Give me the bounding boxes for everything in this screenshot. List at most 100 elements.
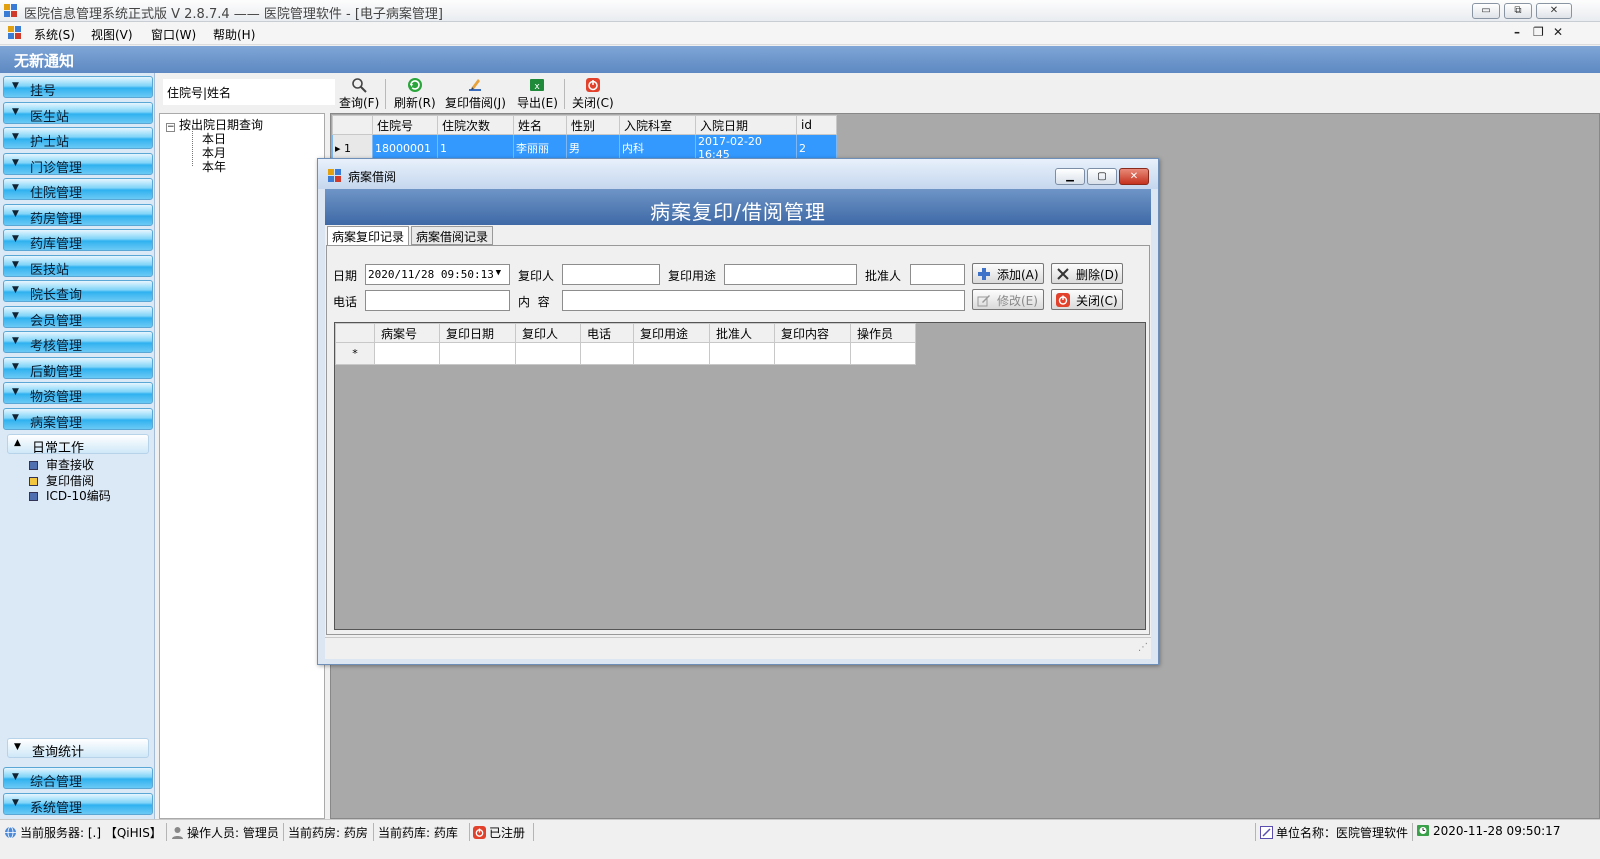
nav-label: 门诊管理 [30,161,83,176]
grid-cell[interactable] [633,342,710,365]
plus-icon [978,268,990,280]
grid-cell[interactable] [515,342,581,365]
nav-item-director-query[interactable]: ▼ 院长查询 [3,280,153,303]
tree-item-icd10[interactable]: ICD-10编码 [29,487,111,504]
menu-help[interactable]: 帮助(H) [213,26,255,43]
patient-grid-header: 住院号 住院次数 姓名 性别 入院科室 入院日期 id [332,115,837,135]
chevron-down-icon: ▼ [12,132,19,142]
refresh-button[interactable]: 刷新(R) [394,77,436,113]
export-button[interactable]: x 导出(E) [517,77,558,113]
tree-item-review-receive[interactable]: 审查接收 [29,456,94,473]
column-header[interactable]: 住院号 [372,115,438,135]
chevron-down-icon: ▼ [12,158,19,168]
nav-item-registration[interactable]: ▼ 挂号 [3,76,153,99]
purpose-input[interactable] [724,264,857,285]
nav-item-assessment[interactable]: ▼ 考核管理 [3,331,153,354]
toolbar-divider [564,79,565,109]
refresh-label: 刷新(R) [394,96,436,110]
grid-cell[interactable] [580,342,634,365]
mdi-restore-button[interactable]: ❐ [1533,25,1544,39]
new-row[interactable]: * [335,342,916,365]
approver-input[interactable] [910,264,965,285]
nav-item-general[interactable]: ▼ 综合管理 [3,767,153,790]
column-header[interactable]: id [796,115,837,135]
copy-borrow-button[interactable]: 复印借阅(J) [445,77,506,113]
group-daily-work[interactable]: ▲ 日常工作 [7,434,149,456]
column-header[interactable]: 性别 [566,115,620,135]
dialog-heading: 病案复印/借阅管理 [650,200,826,224]
column-header[interactable]: 电话 [580,323,634,343]
dialog-close-action-button[interactable]: 关闭(C) [1051,289,1123,310]
date-query-tree: − 按出院日期查询 本日 本月 本年 [159,113,325,819]
column-header[interactable]: 复印人 [515,323,581,343]
copy-borrow-label: 复印借阅(J) [445,96,506,110]
close-module-button[interactable]: 关闭(C) [572,77,614,113]
nav-item-materials[interactable]: ▼ 物资管理 [3,382,153,405]
status-divider [469,823,470,841]
menu-window[interactable]: 窗口(W) [151,26,196,43]
content-input[interactable] [562,290,965,311]
status-divider [533,823,534,841]
nav-item-medical-records[interactable]: ▼ 病案管理 [3,408,153,431]
grid-cell[interactable] [850,342,916,365]
nav-item-inpatient[interactable]: ▼ 住院管理 [3,178,153,201]
query-button[interactable]: 查询(F) [339,77,379,113]
nav-item-members[interactable]: ▼ 会员管理 [3,306,153,329]
date-picker[interactable]: 2020/11/28 09:50:13 ▼ [365,264,510,285]
grid-cell[interactable] [774,342,851,365]
medical-records-panel: ▲ 日常工作 审查接收 复印借阅 ICD-10编码 ▼ 查询统计 [3,432,153,762]
column-header[interactable]: 姓名 [513,115,567,135]
nav-item-drug-warehouse[interactable]: ▼ 药库管理 [3,229,153,252]
column-header[interactable]: 病案号 [374,323,440,343]
column-header[interactable]: 入院日期 [695,115,797,135]
minimize-button[interactable]: ▭ [1472,3,1500,19]
dropdown-arrow-icon[interactable]: ▼ [496,268,501,278]
dialog-minimize-button[interactable]: ▁ [1055,168,1085,185]
column-header[interactable]: 复印日期 [439,323,516,343]
collapse-icon[interactable]: − [166,123,175,132]
copy-records-panel: 日期 2020/11/28 09:50:13 ▼ 复印人 复印用途 批准人 电话… [326,245,1150,635]
mdi-close-button[interactable]: ✕ [1553,25,1563,39]
sidebar: ▼ 挂号 ▼ 医生站 ▼ 护士站 ▼ 门诊管理 ▼ 住院管理 ▼ 药房管理 ▼ 药库管理 ▼ 医… [0,73,155,819]
column-header[interactable]: 复印用途 [633,323,710,343]
grid-cell[interactable] [439,342,516,365]
delete-label: 删除(D) [1076,268,1119,282]
edit-label: 修改(E) [997,294,1038,308]
tree-node-year[interactable]: 本年 [202,158,226,175]
restore-button[interactable]: ⧉ [1504,3,1532,19]
nav-item-pharmacy[interactable]: ▼ 药房管理 [3,204,153,227]
menu-system[interactable]: 系统(S) [34,26,75,43]
group-query-stats[interactable]: ▼ 查询统计 [7,738,149,760]
delete-button[interactable]: 删除(D) [1051,263,1123,284]
close-button[interactable]: ✕ [1536,3,1572,19]
nav-item-medtech[interactable]: ▼ 医技站 [3,255,153,278]
column-header[interactable]: 住院次数 [437,115,514,135]
phone-input[interactable] [365,290,510,311]
nav-item-nurse-station[interactable]: ▼ 护士站 [3,127,153,150]
resize-grip-icon[interactable]: ⋰ [1138,642,1148,653]
tab-copy-records[interactable]: 病案复印记录 [327,226,410,246]
mdi-minimize-button[interactable]: – [1514,25,1520,39]
tree-connector [192,128,193,166]
column-header[interactable]: 批准人 [709,323,775,343]
grid-cell[interactable] [374,342,440,365]
menu-view[interactable]: 视图(V) [91,26,133,43]
edit-button[interactable]: 修改(E) [972,289,1044,310]
add-button[interactable]: 添加(A) [972,263,1044,284]
tab-borrow-records[interactable]: 病案借阅记录 [411,226,494,245]
column-header[interactable]: 复印内容 [774,323,851,343]
nav-label: 医技站 [30,263,70,278]
nav-item-logistics[interactable]: ▼ 后勤管理 [3,357,153,380]
nav-item-doctor-station[interactable]: ▼ 医生站 [3,102,153,125]
nav-item-outpatient[interactable]: ▼ 门诊管理 [3,153,153,176]
dialog-maximize-button[interactable]: ▢ [1087,168,1117,185]
row-header-corner [332,115,373,135]
copier-input[interactable] [562,264,660,285]
dialog-close-button[interactable]: ✕ [1119,168,1149,185]
grid-cell[interactable] [709,342,775,365]
app-menu-icon[interactable] [8,26,22,40]
column-header[interactable]: 入院科室 [619,115,696,135]
search-input[interactable] [163,79,335,105]
column-header[interactable]: 操作员 [850,323,916,343]
nav-item-system[interactable]: ▼ 系统管理 [3,793,153,816]
